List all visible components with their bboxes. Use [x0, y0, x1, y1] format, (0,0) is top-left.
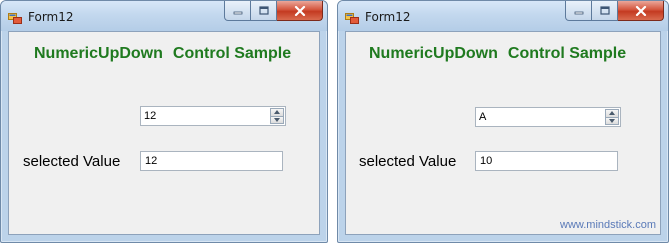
minimize-button[interactable]	[565, 1, 592, 21]
selected-value-textbox[interactable]: 10	[475, 151, 618, 171]
maximize-icon	[599, 6, 610, 15]
numeric-updown-value[interactable]: 12	[144, 110, 156, 122]
form-app-icon	[8, 11, 22, 24]
selected-value-label: selected Value	[23, 153, 121, 170]
page-heading: NumericUpDown Control Sample	[369, 45, 627, 62]
form-window-left: Form12 NumericUpDown Control Sample 12 s…	[0, 0, 328, 243]
maximize-button[interactable]	[592, 1, 618, 21]
close-icon	[635, 5, 646, 16]
page-heading: NumericUpDown Control Sample	[34, 45, 292, 62]
spin-up-icon	[609, 111, 615, 116]
form-client-area: NumericUpDown Control Sample 12 selected …	[8, 31, 320, 235]
numeric-updown[interactable]: 12	[140, 106, 286, 126]
spin-up-icon	[274, 110, 280, 115]
selected-value-text[interactable]: 12	[145, 155, 157, 167]
spin-down-icon	[609, 118, 615, 123]
title-bar[interactable]: Form12	[338, 1, 668, 31]
form-app-icon	[345, 11, 359, 24]
selected-value-label: selected Value	[359, 153, 457, 170]
spin-buttons[interactable]	[605, 109, 619, 125]
maximize-button[interactable]	[251, 1, 277, 21]
minimize-button[interactable]	[224, 1, 251, 21]
form-client-area: NumericUpDown Control Sample A selected V…	[345, 31, 661, 235]
close-button[interactable]	[277, 1, 323, 21]
spin-down-button[interactable]	[270, 116, 284, 124]
spin-up-button[interactable]	[605, 109, 619, 118]
close-button[interactable]	[618, 1, 664, 21]
selected-value-textbox[interactable]: 12	[140, 151, 283, 171]
window-title: Form12	[28, 10, 74, 24]
spin-down-button[interactable]	[605, 117, 619, 125]
maximize-icon	[258, 6, 269, 15]
form-window-right: Form12 NumericUpDown Control Sample A se…	[337, 0, 669, 243]
selected-value-text[interactable]: 10	[480, 155, 492, 167]
spin-buttons[interactable]	[270, 108, 284, 124]
minimize-icon	[574, 11, 583, 14]
numeric-updown[interactable]: A	[475, 107, 621, 127]
numeric-updown-value[interactable]: A	[479, 111, 486, 123]
spin-up-button[interactable]	[270, 108, 284, 117]
spin-down-icon	[274, 117, 280, 122]
title-bar[interactable]: Form12	[1, 1, 327, 31]
watermark-link[interactable]: www.mindstick.com	[560, 219, 656, 231]
close-icon	[294, 5, 305, 16]
window-title: Form12	[365, 10, 411, 24]
minimize-icon	[233, 11, 242, 14]
